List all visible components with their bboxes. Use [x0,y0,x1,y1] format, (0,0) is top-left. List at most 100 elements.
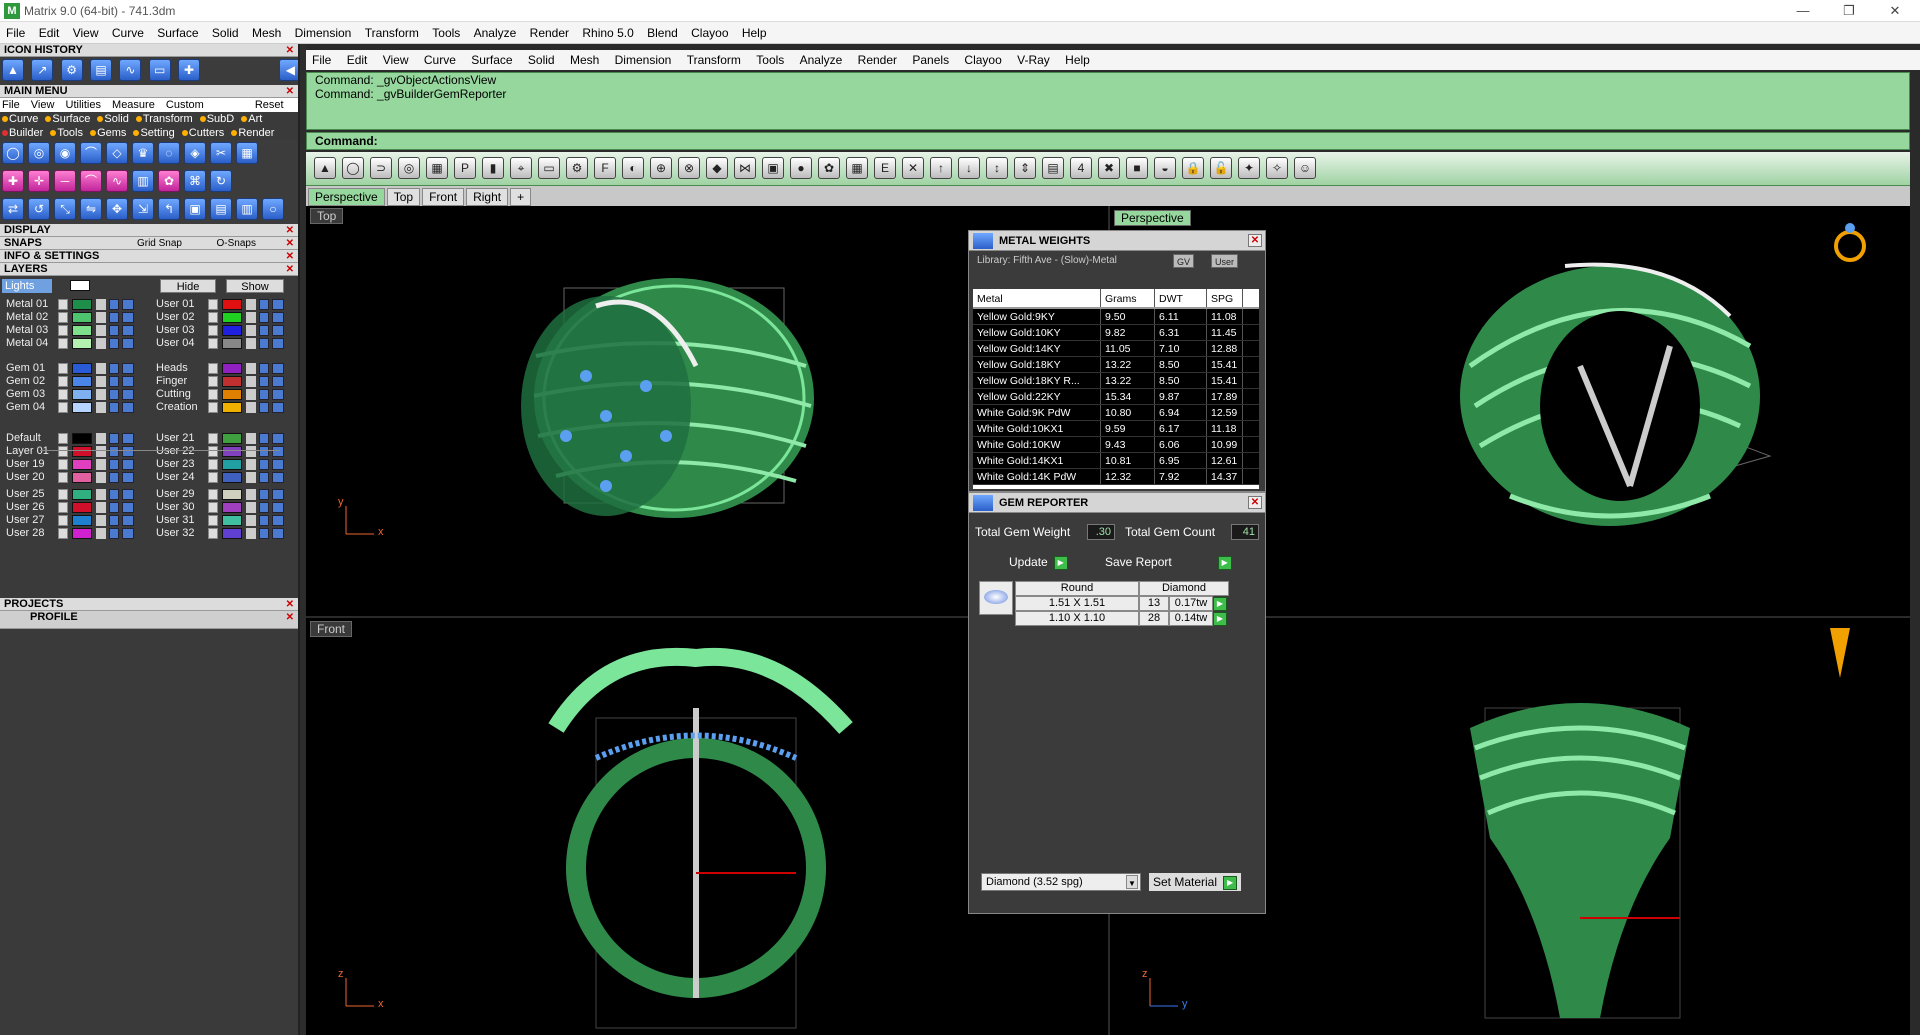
layer-color-swatch[interactable] [222,528,242,539]
history-tool-icon[interactable]: ↗ [31,59,54,81]
lock-icon[interactable] [246,312,256,323]
layer-arrow-icon[interactable] [208,376,218,387]
category-transform[interactable]: Transform [135,113,193,125]
lock-icon[interactable] [246,502,256,513]
layer-row[interactable]: User 30 [152,501,292,514]
close-button[interactable]: ✕ [1872,0,1918,22]
layer-lock-icon[interactable] [272,389,284,400]
layer-arrow-icon[interactable] [58,325,68,336]
distribute-tool-icon[interactable]: ▤ [210,198,232,220]
layer-row[interactable]: Heads [152,362,292,375]
layer-arrow-icon[interactable] [208,338,218,349]
bezel-tool-icon[interactable]: ◌ [158,142,180,164]
layer-arrow-icon[interactable] [208,502,218,513]
layer-arrow-icon[interactable] [58,312,68,323]
category-art[interactable]: Art [241,113,262,125]
category-subd[interactable]: SubD [199,113,234,125]
layer-color-swatch[interactable] [72,472,92,483]
lock-icon[interactable] [96,325,106,336]
layer-color-swatch[interactable] [222,515,242,526]
layer-arrow-icon[interactable] [208,515,218,526]
curve-tool-icon[interactable]: ∿ [106,170,128,192]
layer-visible-icon[interactable] [259,502,269,513]
layer-color-swatch[interactable] [72,389,92,400]
layer-lock-icon[interactable] [122,528,134,539]
layer-row[interactable]: User 26 [2,501,142,514]
category-setting[interactable]: Setting [133,127,175,139]
tool-updown-icon[interactable]: ↕ [986,157,1008,179]
lock-icon[interactable] [246,338,256,349]
main-menu-view[interactable]: View [31,99,55,111]
layer-arrow-icon[interactable] [58,459,68,470]
layer-lock-icon[interactable] [272,363,284,374]
header-grams[interactable]: Grams [1101,289,1155,307]
metal-table-row[interactable]: Yellow Gold:9KY 9.50 6.11 11.08 [973,309,1259,325]
lock-icon[interactable] [96,376,106,387]
layer-arrow-icon[interactable] [58,472,68,483]
layer-row[interactable]: Metal 03 [2,324,142,337]
maximize-button[interactable]: ❐ [1826,0,1872,22]
layer-arrow-icon[interactable] [58,299,68,310]
menu-blend[interactable]: Blend [641,22,682,44]
layer-color-swatch[interactable] [72,446,92,457]
metal-table-row[interactable]: Yellow Gold:10KY 9.82 6.31 11.45 [973,325,1259,341]
layer-lock-icon[interactable] [122,489,134,500]
gv-library-button[interactable]: GV [1173,254,1195,268]
layer-visible-icon[interactable] [109,446,119,457]
layer-visible-icon[interactable] [259,389,269,400]
update-button[interactable]: Update ▶ [1005,553,1068,571]
history-tool-icon[interactable]: ▲ [2,59,24,81]
menu-rhino[interactable]: Rhino 5.0 [576,22,637,44]
layer-row[interactable]: Cutting [152,388,292,401]
layer-visible-icon[interactable] [259,376,269,387]
menu2-render[interactable]: Render [852,50,903,67]
close-icon[interactable]: ✕ [286,237,294,250]
lock-icon[interactable] [96,515,106,526]
lock-icon[interactable] [246,325,256,336]
layer-arrow-icon[interactable] [58,528,68,539]
lock-icon[interactable] [246,515,256,526]
layer-visible-icon[interactable] [259,433,269,444]
layer-visible-icon[interactable] [109,433,119,444]
layer-visible-icon[interactable] [109,312,119,323]
layer-row[interactable]: User 22 [152,445,292,458]
lock-icon[interactable] [246,446,256,457]
menu2-analyze[interactable]: Analyze [794,50,849,67]
layer-lock-icon[interactable] [122,502,134,513]
tool-globe-icon[interactable]: ⊕ [650,157,672,179]
layer-row[interactable]: Metal 04 [2,337,142,350]
layer-lock-icon[interactable] [272,472,284,483]
cross-tool-icon[interactable]: ✚ [2,170,24,192]
tool-down-icon[interactable]: ↓ [958,157,980,179]
cutter-tool-icon[interactable]: ✂ [210,142,232,164]
layer-arrow-icon[interactable] [208,299,218,310]
layer-row[interactable]: User 25 [2,488,142,501]
layer-color-swatch[interactable] [72,325,92,336]
lock-icon[interactable] [246,363,256,374]
layer-lock-icon[interactable] [272,515,284,526]
layer-row[interactable]: User 23 [152,458,292,471]
header-dwt[interactable]: DWT [1155,289,1207,307]
tool-ring-icon[interactable]: ◎ [398,157,420,179]
lock-icon[interactable] [96,489,106,500]
layer-lock-icon[interactable] [272,299,284,310]
layer-visible-icon[interactable] [259,528,269,539]
layer-color-swatch[interactable] [222,433,242,444]
layer-lock-icon[interactable] [122,402,134,413]
menu-curve[interactable]: Curve [106,22,148,44]
layer-arrow-icon[interactable] [208,402,218,413]
layer-visible-icon[interactable] [109,502,119,513]
layer-visible-icon[interactable] [109,389,119,400]
layer-visible-icon[interactable] [109,515,119,526]
history-tool-icon[interactable]: ▤ [90,59,113,81]
layer-color-swatch[interactable] [222,446,242,457]
menu2-help[interactable]: Help [1059,50,1096,67]
prong-tool-icon[interactable]: ◈ [184,142,206,164]
set-material-button[interactable]: Set Material ▶ [1149,873,1242,891]
metal-table-row[interactable]: White Gold:9K PdW 10.80 6.94 12.59 [973,405,1259,421]
gem-select-button[interactable]: ▶ [1213,612,1227,626]
layer-visible-icon[interactable] [109,338,119,349]
metal-table-row[interactable]: White Gold:10KW 9.43 6.06 10.99 [973,437,1259,453]
layer-row[interactable]: Metal 02 [2,311,142,324]
lock-icon[interactable] [96,502,106,513]
